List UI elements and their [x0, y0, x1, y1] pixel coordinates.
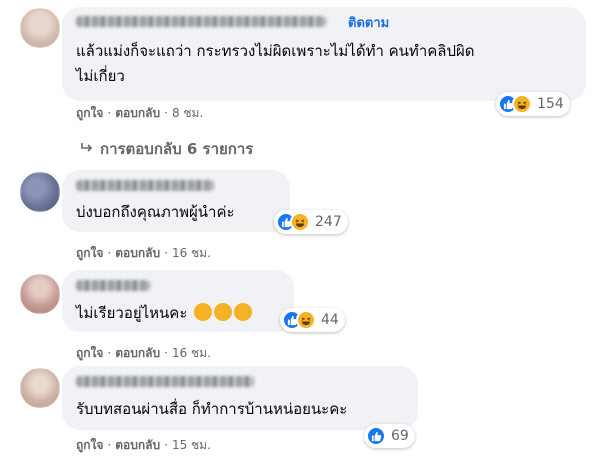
reaction-summary[interactable]: 44 — [280, 308, 345, 332]
reply-action[interactable]: ตอบกลับ — [115, 246, 160, 260]
comment-time[interactable]: 8 ชม. — [172, 106, 203, 120]
reply-action[interactable]: ตอบกลับ — [115, 106, 160, 120]
laugh-cry-emoji — [194, 303, 213, 321]
follow-button[interactable]: ติดตาม — [348, 12, 389, 33]
comment-bubble: รับบทสอนผ่านสื่อ ก็ทำการบ้านหน่อยนะคะ — [62, 366, 418, 430]
comment-bubble: ติดตาม แล้วแม่งก็จะแถว่า กระทรวงไม่ผิดเพ… — [62, 7, 586, 101]
comment-actions: ถูกใจ · ตอบกลับ · 16 ชม. — [76, 346, 211, 360]
comment-text: รับบทสอนผ่านสื่อ ก็ทำการบ้านหน่อยนะคะ — [76, 400, 348, 418]
haha-icon — [290, 212, 310, 232]
commenter-name[interactable] — [76, 16, 326, 27]
comment-actions: ถูกใจ · ตอบกลับ · 15 ชม. — [76, 438, 211, 452]
comment-time[interactable]: 16 ชม. — [172, 346, 211, 360]
haha-icon — [512, 94, 532, 114]
like-action[interactable]: ถูกใจ — [76, 346, 103, 360]
comment-bubble: ไม่เรียวอยู่ไหนคะ — [62, 270, 294, 332]
like-action[interactable]: ถูกใจ — [76, 246, 103, 260]
commenter-name[interactable] — [76, 280, 150, 291]
reaction-count: 154 — [537, 96, 564, 112]
comment-text-line-1: แล้วแม่งก็จะแถว่า กระทรวงไม่ผิดเพราะไม่ไ… — [76, 42, 475, 60]
comment-3: ไม่เรียวอยู่ไหนคะ 44 ถูกใจ · ตอบกลับ · 16 ชม… — [0, 264, 600, 364]
like-action[interactable]: ถูกใจ — [76, 106, 103, 120]
avatar[interactable] — [20, 368, 60, 408]
comment-2: บ่งบอกถึงคุณภาพผู้นำค่ะ 247 ถูกใจ · ตอบกลั… — [0, 160, 600, 264]
reaction-summary[interactable]: 69 — [364, 424, 415, 448]
comment-text: ไม่เรียวอยู่ไหนคะ — [76, 301, 253, 326]
comment-text-line-2: ไม่เกี่ยว — [76, 67, 125, 85]
avatar[interactable] — [20, 8, 60, 48]
view-replies-link[interactable]: การตอบกลับ 6 รายการ — [80, 137, 253, 161]
like-icon — [366, 426, 386, 446]
like-action[interactable]: ถูกใจ — [76, 438, 103, 452]
comment-time[interactable]: 16 ชม. — [172, 246, 211, 260]
reaction-summary[interactable]: 247 — [274, 210, 348, 234]
reply-action[interactable]: ตอบกลับ — [115, 346, 160, 360]
view-replies-label: การตอบกลับ 6 รายการ — [100, 140, 254, 158]
laugh-cry-emoji — [234, 303, 253, 321]
reply-action[interactable]: ตอบกลับ — [115, 438, 160, 452]
avatar[interactable] — [20, 172, 60, 212]
commenter-name[interactable] — [76, 376, 254, 387]
avatar[interactable] — [20, 274, 60, 314]
comment-text: บ่งบอกถึงคุณภาพผู้นำค่ะ — [76, 203, 235, 221]
reaction-count: 247 — [315, 214, 342, 230]
comment-actions: ถูกใจ · ตอบกลับ · 8 ชม. — [76, 106, 204, 120]
comment-actions: ถูกใจ · ตอบกลับ · 16 ชม. — [76, 246, 211, 260]
laugh-cry-emoji — [214, 303, 233, 321]
comment-time[interactable]: 15 ชม. — [172, 438, 211, 452]
haha-icon — [296, 310, 316, 330]
reply-arrow-icon — [80, 140, 94, 158]
comment-4: รับบทสอนผ่านสื่อ ก็ทำการบ้านหน่อยนะคะ 69… — [0, 364, 600, 467]
commenter-name[interactable] — [76, 180, 214, 191]
comment-bubble: บ่งบอกถึงคุณภาพผู้นำค่ะ — [62, 170, 290, 232]
comment-text-label: ไม่เรียวอยู่ไหนคะ — [76, 304, 188, 322]
reaction-summary[interactable]: 154 — [496, 92, 570, 116]
reaction-count: 69 — [391, 428, 409, 444]
reaction-count: 44 — [321, 312, 339, 328]
comment-1: ติดตาม แล้วแม่งก็จะแถว่า กระทรวงไม่ผิดเพ… — [0, 0, 600, 160]
